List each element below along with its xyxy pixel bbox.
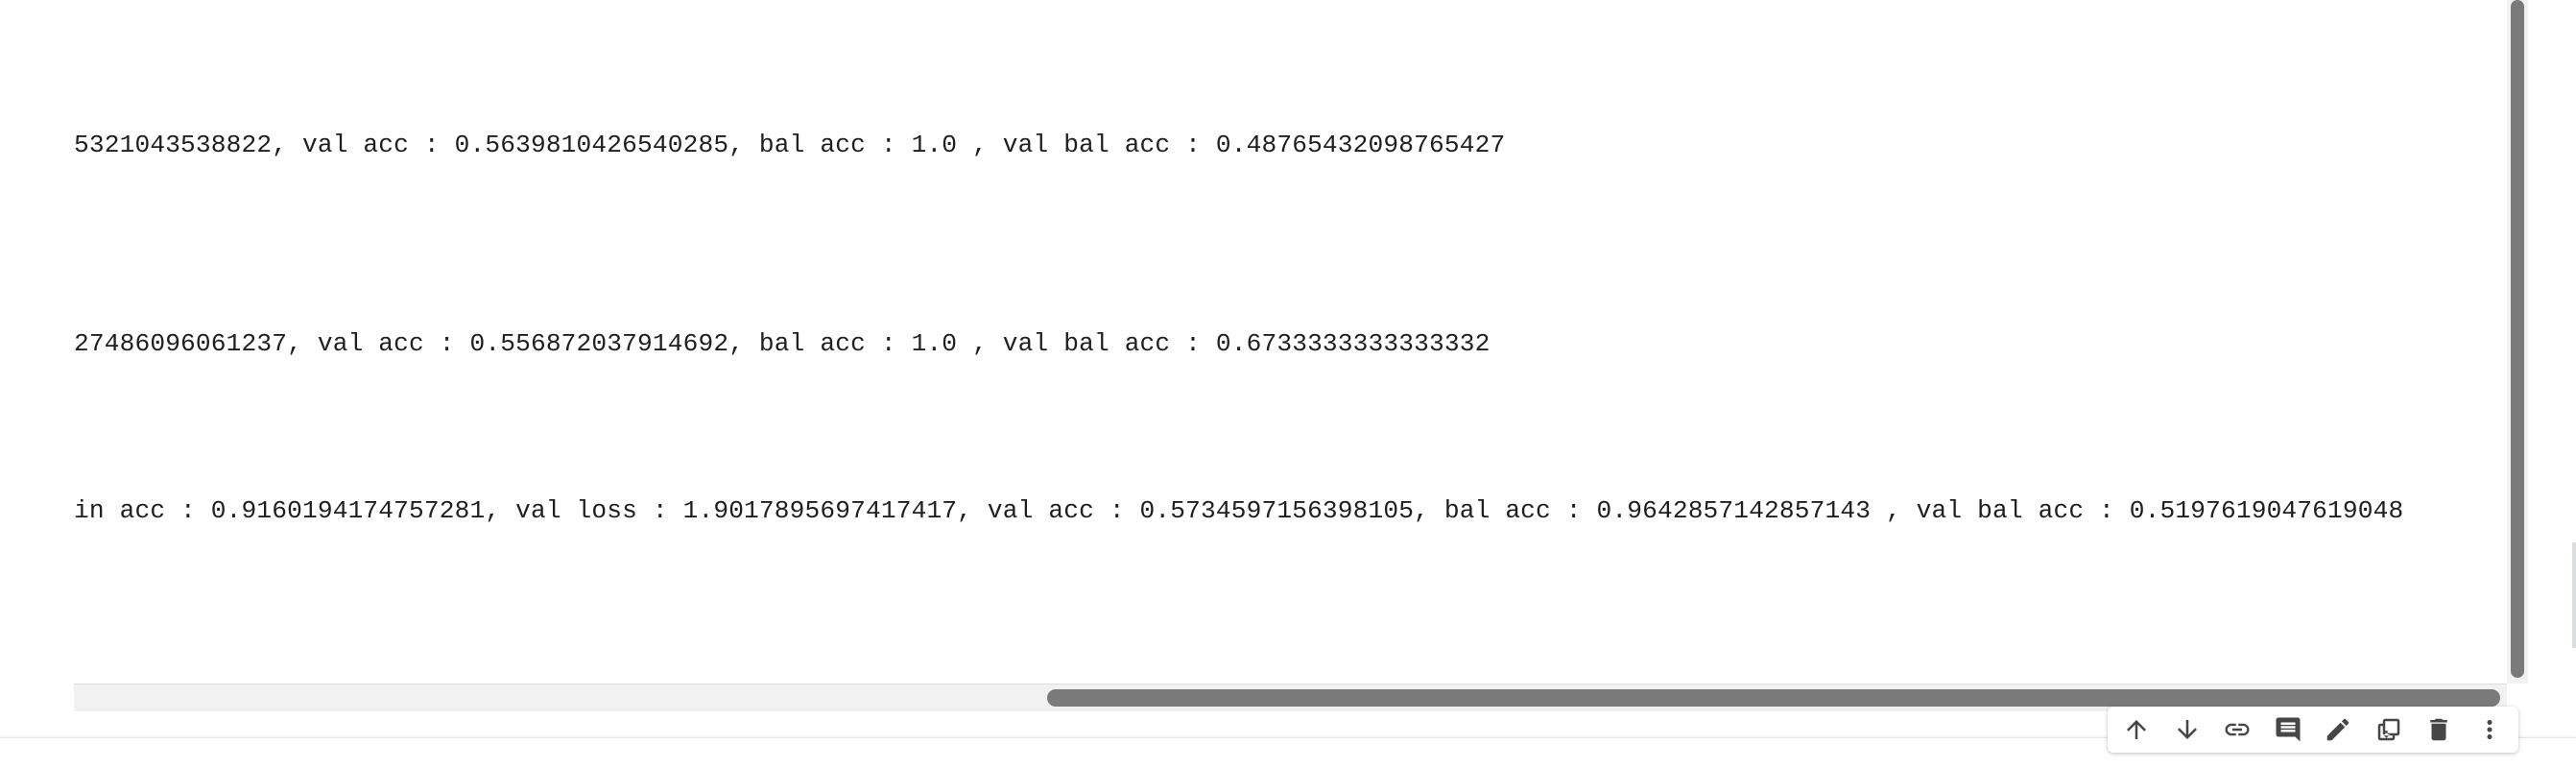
link-icon [2225, 723, 2250, 736]
mirror-cell-icon [2377, 718, 2399, 741]
trash-icon [2430, 718, 2447, 741]
move-cell-up-button[interactable] [2114, 710, 2159, 749]
mirror-cell-button[interactable] [2367, 710, 2411, 749]
more-actions-button[interactable] [2468, 710, 2512, 749]
copy-cell-link-button[interactable] [2215, 710, 2259, 749]
move-cell-down-button[interactable] [2165, 710, 2209, 749]
cell-output: 5321043538822, val acc : 0.5639810426540… [74, 0, 2531, 684]
output-line: in acc : 0.9160194174757281, val loss : … [74, 496, 2404, 525]
cell-toolbar [2108, 707, 2518, 753]
output-line: 27486096061237, val acc : 0.556872037914… [74, 329, 1491, 358]
page-scrollbar-edge[interactable] [2572, 542, 2576, 648]
comment-icon [2276, 717, 2301, 742]
notebook-page: 5321043538822, val acc : 0.5639810426540… [0, 0, 2576, 768]
add-comment-button[interactable] [2266, 710, 2310, 749]
vertical-scrollbar-thumb[interactable] [2511, 0, 2524, 678]
arrow-up-icon [2127, 720, 2147, 739]
delete-cell-button[interactable] [2417, 710, 2461, 749]
horizontal-scrollbar-thumb[interactable] [1047, 689, 2500, 707]
arrow-down-icon [2177, 720, 2197, 739]
more-vert-icon [2487, 720, 2493, 739]
output-line: 5321043538822, val acc : 0.5639810426540… [74, 131, 1506, 159]
edit-cell-button[interactable] [2316, 710, 2360, 749]
pencil-icon [2327, 718, 2349, 741]
